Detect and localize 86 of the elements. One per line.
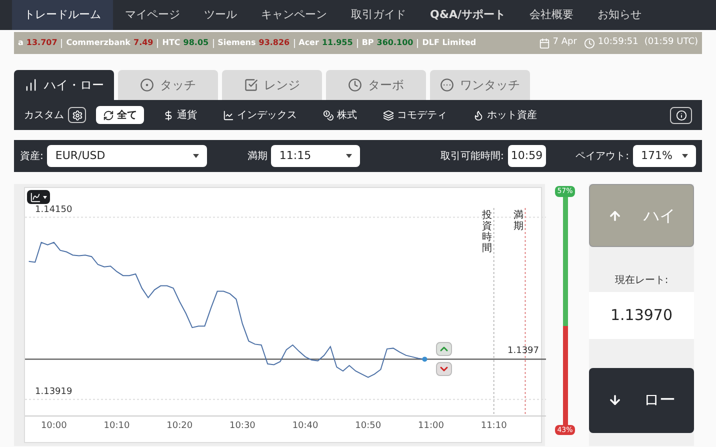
payout-label: ペイアウト: — [576, 150, 629, 164]
time-text: 10:59:51 — [598, 36, 638, 50]
product-tab[interactable]: ハイ・ロー — [14, 70, 114, 100]
down-arrow-button[interactable] — [436, 362, 452, 376]
caret-icon — [682, 154, 688, 158]
x-axis-label: 10:40 — [292, 420, 318, 433]
x-axis-label: 11:00 — [418, 420, 444, 433]
check-box-icon — [244, 78, 258, 92]
time-marker-label: 投資時間 — [482, 210, 492, 254]
info-icon — [676, 110, 686, 120]
nav-link[interactable]: ツール — [192, 0, 249, 30]
clock-icon — [584, 38, 595, 48]
circle-dots-icon — [440, 78, 454, 92]
target-icon — [140, 78, 154, 92]
bar-chart-icon — [24, 78, 38, 92]
caret-icon — [346, 154, 352, 158]
x-axis-label: 10:10 — [104, 420, 130, 433]
product-tab[interactable]: レンジ — [222, 70, 322, 100]
ticker-value: 13.707 — [26, 37, 58, 49]
chart-type-button[interactable] — [27, 190, 50, 204]
category-filter[interactable]: 全て — [96, 106, 144, 124]
product-tab[interactable]: タッチ — [118, 70, 218, 100]
calendar-icon — [538, 38, 550, 48]
x-axis-label: 10:20 — [166, 420, 193, 433]
refresh-icon — [103, 110, 114, 120]
ticker-name: Siemens — [218, 37, 256, 49]
expiry-label: 満期 — [247, 150, 268, 164]
utc-time-text: (01:59 UTC) — [644, 36, 698, 50]
settings-icon — [72, 110, 82, 120]
current-rate-label: 1.1397 — [508, 345, 539, 358]
expiry-dropdown[interactable]: 11:15 — [271, 145, 360, 167]
ticker-value: 98.05 — [183, 37, 209, 49]
info-button[interactable] — [670, 106, 692, 124]
nav-link[interactable]: お知らせ — [585, 0, 654, 30]
asset-label: 資産: — [20, 150, 44, 164]
line-chart-icon — [30, 192, 41, 202]
ticker-name: Commerzbank — [66, 37, 130, 49]
line-chart-icon — [223, 110, 234, 120]
current-rate-label: 現在レート: — [614, 274, 670, 288]
clock-icon — [348, 78, 362, 92]
dollar-icon — [163, 110, 174, 120]
flame-icon — [473, 110, 484, 120]
category-filter[interactable]: インデックス — [216, 106, 304, 124]
nav-link[interactable]: キャンペーン — [249, 0, 339, 30]
nav-link[interactable]: 取引ガイド — [339, 0, 418, 30]
category-filter[interactable]: ホット資産 — [466, 106, 544, 124]
low-button[interactable]: ロー — [589, 368, 694, 432]
product-tab[interactable]: ワンタッチ — [430, 70, 530, 100]
time-marker-label: 満期 — [513, 210, 524, 232]
asset-dropdown[interactable]: EUR/USD — [47, 145, 208, 167]
ticker-value: 11.955 — [322, 37, 353, 49]
ticker-name: a — [18, 37, 24, 49]
category-filter[interactable]: コモデティ — [376, 106, 454, 124]
category-filter[interactable]: 株式 — [316, 106, 364, 124]
x-axis-label: 11:10 — [480, 420, 507, 433]
current-rate-value: 1.13970 — [589, 292, 694, 338]
y-axis-label: 1.13919 — [35, 386, 72, 400]
price-dot — [422, 356, 428, 362]
up-arrow-button[interactable] — [436, 342, 452, 356]
custom-label: カスタム — [24, 108, 64, 122]
caret-icon — [43, 196, 47, 198]
coins-icon — [323, 110, 334, 120]
caret-icon — [193, 154, 200, 158]
nav-link[interactable]: マイページ — [113, 0, 192, 30]
ticker-name: DLF Limited — [422, 37, 476, 49]
nav-link[interactable]: 会社概要 — [517, 0, 586, 30]
nav-link[interactable]: Q&A/サポート — [418, 0, 518, 30]
ticker-name: Acer — [298, 37, 319, 49]
y-axis-label: 1.14150 — [35, 204, 72, 218]
x-axis-label: 10:50 — [355, 420, 382, 433]
trading-time-label: 取引可能時間: — [440, 150, 504, 164]
product-tab[interactable]: ターボ — [326, 70, 426, 100]
x-axis-label: 10:30 — [229, 420, 256, 433]
ticker-name: BP — [362, 37, 374, 49]
nav-link[interactable]: トレードルーム — [12, 0, 113, 30]
stacked-bars-icon — [383, 110, 394, 120]
settings-button[interactable] — [68, 107, 86, 123]
trading-time-value: 10:59 — [508, 145, 546, 167]
ticker-value: 7.49 — [134, 37, 154, 49]
category-filter[interactable]: 通貨 — [156, 106, 204, 124]
x-axis-label: 10:00 — [40, 420, 67, 433]
date-text: 7 Apr — [552, 36, 577, 50]
ticker-name: HTC — [162, 37, 180, 49]
ticker-value: 93.826 — [258, 37, 290, 49]
payout-dropdown[interactable]: 171% — [633, 145, 696, 167]
ticker-value: 360.100 — [376, 37, 414, 49]
